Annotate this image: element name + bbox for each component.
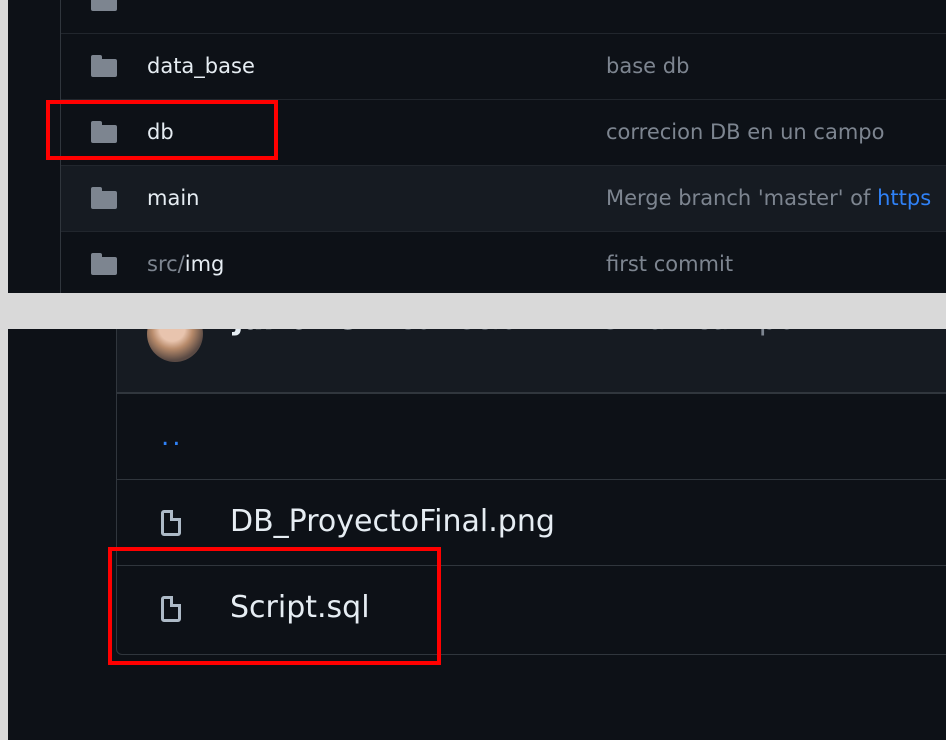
highlight-box-db: [46, 100, 278, 160]
folder-path-name: img: [184, 252, 225, 276]
file-name-db-proyectofinal[interactable]: DB_ProyectoFinal.png: [230, 504, 555, 539]
parent-directory-row[interactable]: ..: [117, 393, 946, 480]
highlight-box-script-sql: [108, 547, 441, 665]
table-row[interactable]: main Merge branch 'master' of https: [61, 165, 946, 232]
folder-name-data-base[interactable]: data_base: [147, 54, 255, 78]
commit-message-link[interactable]: https: [877, 186, 931, 210]
db-folder-contents-panel: jairoDGM correcion DB en un campo .. DB_…: [8, 329, 946, 740]
table-row[interactable]: data_base base db: [61, 33, 946, 100]
commit-message-text[interactable]: Merge branch 'master' of: [606, 186, 877, 210]
commit-message[interactable]: first commit: [606, 252, 733, 276]
parent-directory-link[interactable]: ..: [161, 422, 184, 452]
table-row[interactable]: src/img first commit: [61, 231, 946, 293]
folder-name-main[interactable]: main: [147, 186, 199, 210]
latest-commit-line: jairoDGM correcion DB en un campo: [233, 329, 796, 337]
commit-message[interactable]: correcion DB en un campo: [398, 329, 796, 337]
avatar[interactable]: [147, 329, 203, 362]
commit-author[interactable]: jairoDGM: [233, 329, 389, 337]
table-row[interactable]: [61, 0, 946, 34]
folder-icon: [91, 253, 117, 275]
file-icon: [161, 510, 181, 536]
commit-message: Merge branch 'master' of https: [606, 186, 931, 210]
folder-icon: [91, 187, 117, 209]
folder-path-prefix: src/: [147, 252, 185, 276]
folder-name-src-img[interactable]: src/img: [147, 252, 224, 276]
folder-icon: [91, 0, 117, 11]
folder-icon: [91, 55, 117, 77]
repo-folder-list-panel: data_base base db db correcion DB en un …: [8, 0, 946, 293]
commit-message[interactable]: correcion DB en un campo: [606, 120, 884, 144]
commit-message[interactable]: base db: [606, 54, 689, 78]
latest-commit-header: jairoDGM correcion DB en un campo: [117, 329, 946, 393]
